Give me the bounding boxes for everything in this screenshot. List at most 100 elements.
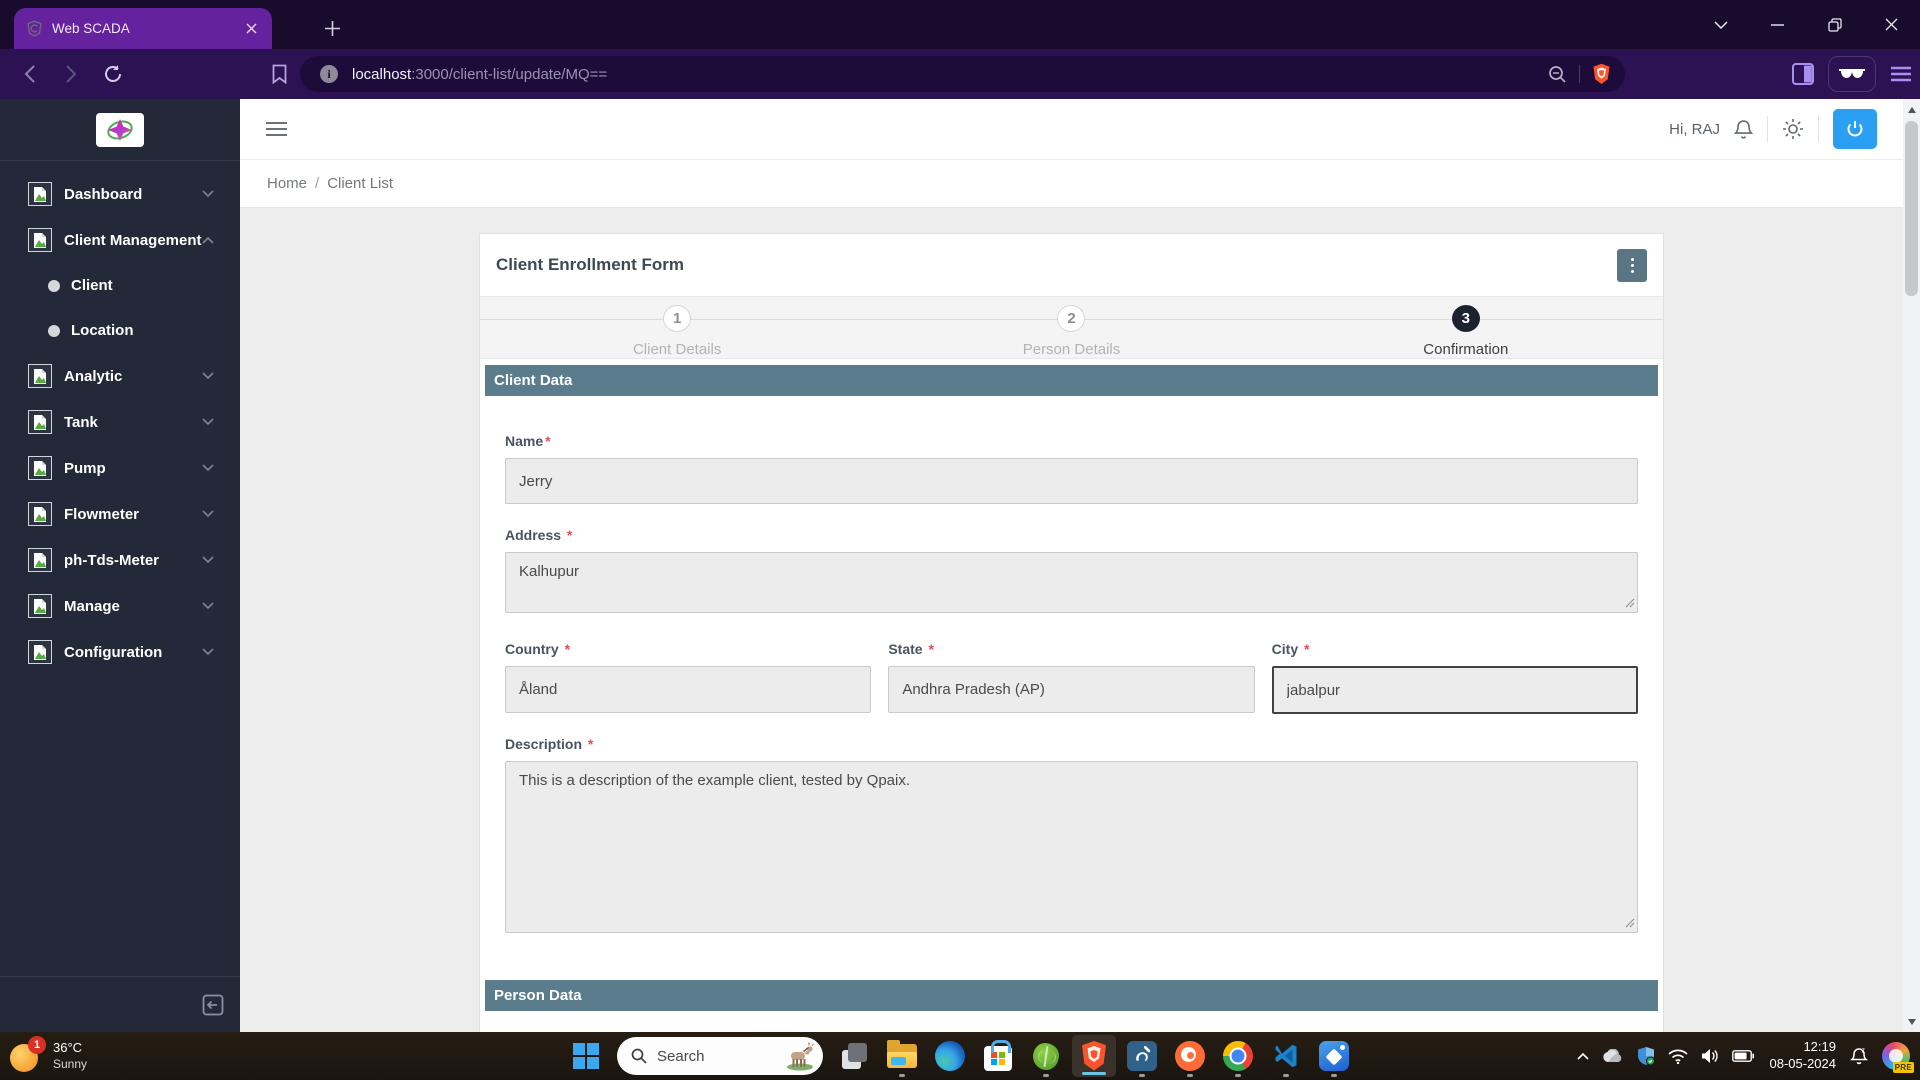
city-label: City * (1271, 641, 1310, 657)
sidebar-item-label: Dashboard (64, 185, 143, 203)
weather-alert-badge: 1 (28, 1036, 46, 1054)
chevron-down-icon (202, 372, 214, 380)
brave-shields-icon[interactable] (1592, 63, 1611, 85)
address-textarea[interactable]: Kalhupur (505, 552, 1638, 613)
broken-image-icon (28, 594, 52, 618)
copilot-icon[interactable]: PRE (1882, 1042, 1914, 1073)
clock-time: 12:19 (1803, 1039, 1836, 1055)
browser-forward-button[interactable] (54, 57, 88, 91)
address-bar[interactable]: i localhost:3000/client-list/update/MQ== (300, 56, 1625, 92)
broken-image-icon (28, 410, 52, 434)
resize-grip-icon[interactable] (1625, 598, 1635, 608)
postman-icon[interactable] (1168, 1032, 1212, 1080)
new-tab-button[interactable] (318, 14, 346, 42)
vscode-icon[interactable] (1264, 1032, 1308, 1080)
city-input[interactable] (1271, 666, 1638, 714)
state-label: State * (888, 641, 934, 657)
scrollbar-thumb[interactable] (1905, 121, 1918, 296)
tab-search-chevron-icon[interactable] (1692, 0, 1749, 49)
browser-menu-icon[interactable] (1890, 66, 1912, 82)
search-highlight-donkey-image[interactable] (783, 1041, 817, 1071)
battery-icon[interactable] (1731, 1050, 1754, 1062)
taskbar-search-box[interactable]: Search (617, 1037, 823, 1075)
scrollbar-up-arrow[interactable] (1903, 101, 1920, 118)
onedrive-cloud-icon[interactable] (1602, 1049, 1624, 1063)
step-person-details[interactable]: 2 Person Details (874, 297, 1268, 358)
search-label: Search (657, 1047, 705, 1065)
step-client-details[interactable]: 1 Client Details (480, 297, 874, 358)
divider (1767, 116, 1768, 142)
window-restore-button[interactable] (1806, 0, 1863, 49)
broken-image-icon (28, 640, 52, 664)
windows-security-shield-icon[interactable] (1637, 1046, 1655, 1066)
photos-app-icon[interactable] (1312, 1032, 1356, 1080)
sidebar-item-client-management[interactable]: Client Management (0, 217, 240, 263)
spring-leaf-app-icon[interactable] (1024, 1032, 1068, 1080)
microsoft-store-icon[interactable] (976, 1032, 1020, 1080)
sidebar-item-analytic[interactable]: Analytic (0, 353, 240, 399)
brave-vpn-icon[interactable] (1828, 56, 1876, 92)
sidebar-item-flowmeter[interactable]: Flowmeter (0, 491, 240, 537)
search-icon (631, 1048, 647, 1064)
microsoft-edge-icon[interactable] (928, 1032, 972, 1080)
logout-power-button[interactable] (1833, 109, 1877, 149)
resize-grip-icon[interactable] (1625, 918, 1635, 928)
sidebar-item-location[interactable]: Location (0, 308, 240, 353)
broken-image-icon (28, 502, 52, 526)
brave-browser-icon[interactable] (1072, 1035, 1116, 1077)
user-greeting: Hi, RAJ (1669, 120, 1720, 138)
sidebar-collapse-icon[interactable] (202, 994, 224, 1016)
app-logo[interactable] (96, 112, 144, 147)
chevron-up-icon (202, 236, 214, 244)
page-scrollbar[interactable] (1903, 99, 1920, 1032)
country-input[interactable] (505, 666, 872, 713)
bookmark-icon[interactable] (262, 57, 296, 91)
window-close-button[interactable] (1863, 0, 1920, 49)
card-kebab-menu-button[interactable] (1617, 248, 1647, 282)
chevron-down-icon (202, 602, 214, 610)
pgadmin-icon[interactable] (1120, 1032, 1164, 1080)
browser-tab-web-scada[interactable]: Web SCADA (14, 8, 272, 49)
sidebar-menu: Dashboard Client Management Client Locat… (0, 161, 240, 675)
file-explorer-icon[interactable] (880, 1032, 924, 1080)
zoom-page-icon[interactable] (1548, 65, 1567, 84)
client-enrollment-card: Client Enrollment Form 1 Client Details … (479, 233, 1664, 1032)
sidebar-item-label: Client Management (64, 231, 202, 249)
app-header: Hi, RAJ (240, 99, 1903, 160)
broken-image-icon (28, 456, 52, 480)
sidebar-hamburger-icon[interactable] (266, 114, 296, 144)
theme-toggle-sun-icon[interactable] (1782, 118, 1804, 140)
notification-bell-dnd-icon[interactable]: z (1849, 1046, 1869, 1066)
tab-close-icon[interactable] (242, 20, 260, 38)
name-input[interactable] (505, 458, 1638, 504)
step-confirmation[interactable]: 3 Confirmation (1269, 297, 1663, 358)
taskbar-clock[interactable]: 12:19 08-05-2024 (1770, 1039, 1837, 1073)
breadcrumb-home-link[interactable]: Home (267, 175, 307, 192)
google-chrome-icon[interactable] (1216, 1032, 1260, 1080)
scrollbar-down-arrow[interactable] (1903, 1013, 1920, 1030)
sidebar-item-client[interactable]: Client (0, 263, 240, 308)
site-info-icon[interactable]: i (320, 65, 338, 83)
notifications-bell-icon[interactable] (1734, 119, 1753, 140)
app-sidebar: Dashboard Client Management Client Locat… (0, 99, 240, 1032)
sidebar-subitem-label: Location (71, 322, 134, 339)
browser-back-button[interactable] (12, 57, 46, 91)
volume-icon[interactable] (1701, 1048, 1719, 1064)
taskbar-weather-widget[interactable]: 1 36°C Sunny (10, 1032, 87, 1080)
sidebar-item-ph-tds-meter[interactable]: ph-Tds-Meter (0, 537, 240, 583)
description-textarea[interactable]: This is a description of the example cli… (505, 761, 1638, 933)
state-input[interactable] (888, 666, 1255, 713)
task-view-icon[interactable] (832, 1032, 876, 1080)
window-minimize-button[interactable] (1749, 0, 1806, 49)
sidebar-item-pump[interactable]: Pump (0, 445, 240, 491)
wifi-icon[interactable] (1667, 1049, 1688, 1064)
sidebar-item-tank[interactable]: Tank (0, 399, 240, 445)
tab-favicon-icon (27, 20, 42, 37)
tray-chevron-up-icon[interactable] (1576, 1052, 1589, 1060)
browser-reload-button[interactable] (96, 57, 130, 91)
start-button[interactable] (564, 1032, 608, 1080)
sidebar-item-manage[interactable]: Manage (0, 583, 240, 629)
sidebar-item-dashboard[interactable]: Dashboard (0, 171, 240, 217)
sidebar-item-configuration[interactable]: Configuration (0, 629, 240, 675)
sidebar-toggle-icon[interactable] (1792, 63, 1814, 85)
